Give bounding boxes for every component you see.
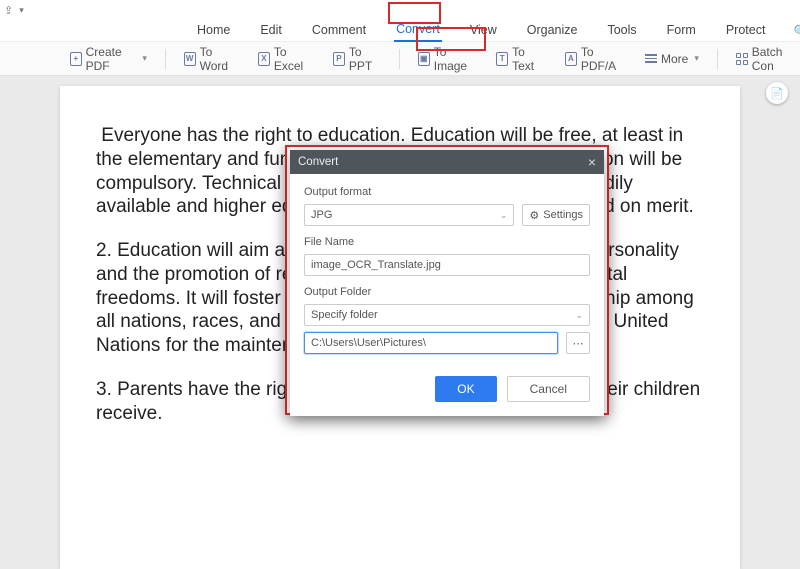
text-icon: T xyxy=(496,52,508,66)
to-image-button[interactable]: ▣ To Image xyxy=(414,42,478,76)
main-menu: Home Edit Comment Convert View Organize … xyxy=(0,20,800,42)
convert-dialog: Convert × Output format JPG ⌄ ⚙ Settings… xyxy=(290,150,604,416)
ok-button[interactable]: OK xyxy=(435,376,496,402)
separator xyxy=(165,49,166,69)
menu-home[interactable]: Home xyxy=(195,21,232,41)
filename-value: image_OCR_Translate.jpg xyxy=(311,259,441,271)
batch-convert-button[interactable]: Batch Con xyxy=(732,42,800,76)
search-tools[interactable]: 🔍 Search Tools xyxy=(793,19,800,43)
to-pdfa-label: To PDF/A xyxy=(581,45,623,73)
menu-comment[interactable]: Comment xyxy=(310,21,368,41)
share-icon[interactable]: ⇪ xyxy=(4,4,13,17)
menu-convert[interactable]: Convert xyxy=(394,20,442,42)
pdfa-icon: A xyxy=(565,52,577,66)
menu-tools[interactable]: Tools xyxy=(605,21,638,41)
separator xyxy=(717,49,718,69)
to-word-button[interactable]: W To Word xyxy=(180,42,240,76)
gear-icon: ⚙ xyxy=(529,209,539,222)
to-text-label: To Text xyxy=(512,45,543,73)
menu-form[interactable]: Form xyxy=(665,21,698,41)
menu-organize[interactable]: Organize xyxy=(525,21,580,41)
ppt-icon: P xyxy=(333,52,345,66)
word-icon: W xyxy=(184,52,196,66)
plus-icon: + xyxy=(70,52,82,66)
to-excel-button[interactable]: X To Excel xyxy=(254,42,315,76)
to-ppt-label: To PPT xyxy=(349,45,381,73)
to-pdfa-button[interactable]: A To PDF/A xyxy=(561,42,627,76)
search-icon: 🔍 xyxy=(793,24,800,38)
more-label: More xyxy=(661,52,688,66)
to-image-label: To Image xyxy=(434,45,475,73)
excel-icon: X xyxy=(258,52,270,66)
window-titlebar: ⇪ ▾ xyxy=(0,0,800,20)
chevron-down-icon: ⌄ xyxy=(500,210,508,221)
ellipsis-icon: ⋯ xyxy=(573,337,584,350)
create-pdf-button[interactable]: + Create PDF ▾ xyxy=(66,42,151,76)
menu-edit[interactable]: Edit xyxy=(258,21,284,41)
label-output-folder: Output Folder xyxy=(304,286,590,298)
convert-toolbar: + Create PDF ▾ W To Word X To Excel P To… xyxy=(0,42,800,76)
settings-button[interactable]: ⚙ Settings xyxy=(522,204,590,226)
output-format-value: JPG xyxy=(311,209,332,221)
menu-protect[interactable]: Protect xyxy=(724,21,768,41)
to-ppt-button[interactable]: P To PPT xyxy=(329,42,385,76)
more-button[interactable]: More ▾ xyxy=(641,49,703,69)
image-icon: ▣ xyxy=(418,52,430,66)
to-text-button[interactable]: T To Text xyxy=(492,42,547,76)
to-word-label: To Word xyxy=(200,45,236,73)
label-output-format: Output format xyxy=(304,186,590,198)
cancel-button[interactable]: Cancel xyxy=(507,376,590,402)
titlebar-menu-caret[interactable]: ▾ xyxy=(19,5,24,16)
output-folder-select[interactable]: Specify folder ⌄ xyxy=(304,304,590,326)
close-icon[interactable]: × xyxy=(588,154,596,170)
settings-label: Settings xyxy=(543,209,583,221)
chevron-down-icon: ▾ xyxy=(694,53,699,64)
doc-icon: 📄 xyxy=(770,87,784,100)
dialog-title: Convert xyxy=(298,156,338,168)
separator xyxy=(399,49,400,69)
browse-button[interactable]: ⋯ xyxy=(566,332,590,354)
chevron-down-icon: ⌄ xyxy=(575,310,583,321)
filename-input[interactable]: image_OCR_Translate.jpg xyxy=(304,254,590,276)
dialog-titlebar[interactable]: Convert × xyxy=(290,150,604,174)
folder-select-value: Specify folder xyxy=(311,309,378,321)
output-format-select[interactable]: JPG ⌄ xyxy=(304,204,514,226)
grid-icon xyxy=(736,53,748,65)
to-excel-label: To Excel xyxy=(274,45,311,73)
chevron-down-icon: ▾ xyxy=(142,53,147,64)
menu-view[interactable]: View xyxy=(468,21,499,41)
folder-path-value: C:\Users\User\Pictures\ xyxy=(311,337,426,349)
folder-path-input[interactable]: C:\Users\User\Pictures\ xyxy=(304,332,558,354)
label-file-name: File Name xyxy=(304,236,590,248)
menu-icon xyxy=(645,54,657,63)
create-pdf-label: Create PDF xyxy=(86,45,137,73)
floating-action-button[interactable]: 📄 xyxy=(766,82,788,104)
batch-label: Batch Con xyxy=(752,45,796,73)
